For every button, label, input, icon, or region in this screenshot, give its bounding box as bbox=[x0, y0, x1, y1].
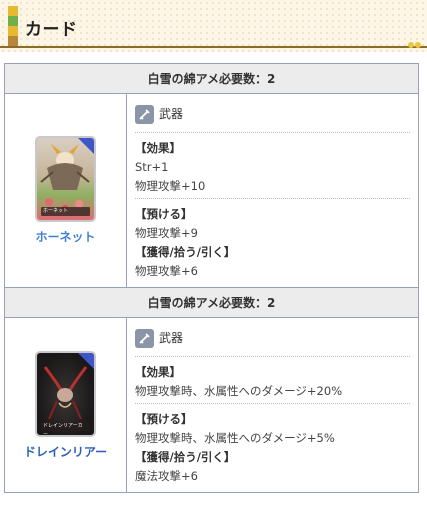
weapon-label: 武器 bbox=[159, 106, 184, 121]
obtain-title: 【獲得/拾う/引く】 bbox=[135, 245, 236, 259]
card-row: ドレインリアーカー... ドレインリアー 武器 【効果】 物理攻撃時、水属性への… bbox=[4, 317, 419, 493]
card-table: 白雪の綿アメ必要数：2 ホーネット ホーネット 武器 【効果】 Str+1 物理… bbox=[4, 63, 419, 493]
divider bbox=[135, 132, 410, 133]
effect-title: 【効果】 bbox=[135, 365, 181, 379]
deposit-title: 【預ける】 bbox=[135, 412, 193, 426]
deco-flower-icon bbox=[408, 42, 421, 48]
requirement-row: 白雪の綿アメ必要数：2 bbox=[4, 287, 419, 318]
effect-line: Str+1 bbox=[135, 160, 169, 174]
section-header: カード bbox=[0, 0, 427, 52]
sword-icon bbox=[135, 104, 154, 124]
card-description: 武器 【効果】 物理攻撃時、水属性へのダメージ+20% 【預ける】 物理攻撃時、… bbox=[126, 317, 419, 493]
card-caption-bar: ホーネット bbox=[41, 207, 90, 216]
deposit-line: 物理攻撃+9 bbox=[135, 226, 198, 240]
divider bbox=[135, 403, 410, 404]
card-name-link[interactable]: ホーネット bbox=[5, 228, 126, 245]
effect-title: 【効果】 bbox=[135, 141, 181, 155]
obtain-line: 魔法攻撃+6 bbox=[135, 469, 198, 483]
pixel-block-icon bbox=[8, 6, 18, 46]
page-title: カード bbox=[25, 20, 78, 40]
deposit-title: 【預ける】 bbox=[135, 207, 193, 221]
effect-line: 物理攻撃時、水属性へのダメージ+20% bbox=[135, 384, 343, 398]
sword-icon bbox=[135, 328, 154, 348]
obtain-line: 物理攻撃+6 bbox=[135, 264, 198, 278]
card-image-drainliar[interactable]: ドレインリアーカー... bbox=[35, 350, 96, 437]
header-divider bbox=[0, 46, 427, 48]
card-image-hornet[interactable]: ホーネット bbox=[35, 136, 96, 222]
corner-badge bbox=[78, 352, 94, 369]
card-row: ホーネット ホーネット 武器 【効果】 Str+1 物理攻撃+10 【預ける】 … bbox=[4, 93, 419, 288]
corner-badge bbox=[78, 138, 94, 154]
weapon-type: 武器 bbox=[135, 102, 410, 126]
divider bbox=[135, 356, 410, 357]
card-image-cell: ホーネット ホーネット bbox=[4, 93, 127, 288]
deposit-line: 物理攻撃時、水属性へのダメージ+5% bbox=[135, 431, 335, 445]
card-description: 武器 【効果】 Str+1 物理攻撃+10 【預ける】 物理攻撃+9 【獲得/拾… bbox=[126, 93, 419, 288]
weapon-label: 武器 bbox=[159, 330, 184, 345]
weapon-type: 武器 bbox=[135, 326, 410, 350]
card-name-link[interactable]: ドレインリアー bbox=[5, 443, 126, 460]
effect-line: 物理攻撃+10 bbox=[135, 179, 206, 193]
divider bbox=[135, 198, 410, 199]
requirement-text: 白雪の綿アメ必要数：2 bbox=[4, 287, 419, 318]
requirement-row: 白雪の綿アメ必要数：2 bbox=[4, 63, 419, 94]
card-image-cell: ドレインリアーカー... ドレインリアー bbox=[4, 317, 127, 493]
card-caption-bar: ドレインリアーカー... bbox=[41, 421, 90, 435]
requirement-text: 白雪の綿アメ必要数：2 bbox=[4, 63, 419, 94]
obtain-title: 【獲得/拾う/引く】 bbox=[135, 450, 236, 464]
